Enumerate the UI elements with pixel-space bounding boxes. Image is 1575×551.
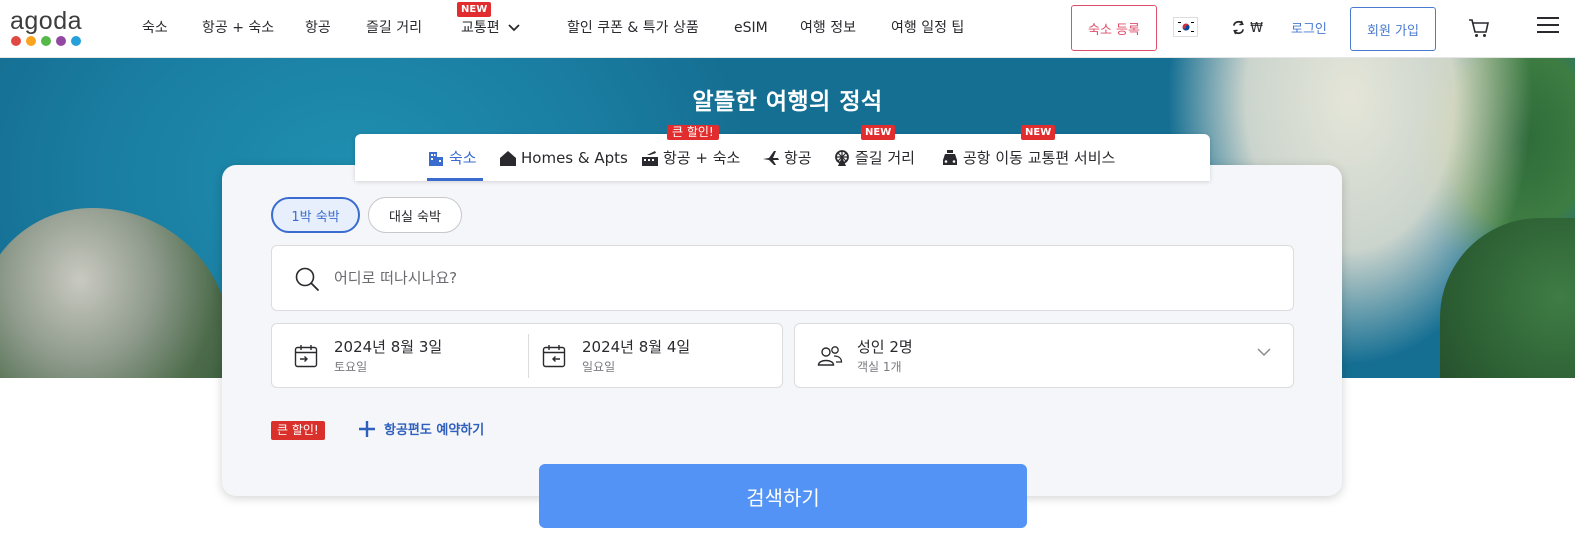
checkin-field[interactable]: 2024년 8월 3일 토요일 bbox=[272, 324, 528, 387]
checkout-field[interactable]: 2024년 8월 4일 일요일 bbox=[520, 324, 782, 387]
currency-selector[interactable]: ₩ bbox=[1231, 20, 1263, 36]
tab-flight-hotel-label: 항공 + 숙소 bbox=[663, 149, 741, 167]
korea-flag-icon[interactable] bbox=[1173, 17, 1198, 37]
people-icon bbox=[817, 346, 843, 366]
tab-flight-hotel[interactable]: 항공 + 숙소 bbox=[641, 134, 740, 181]
calendar-checkout-icon bbox=[542, 345, 566, 368]
tab-activities-label: 즐길 거리 bbox=[855, 149, 915, 167]
top-header: agoda 숙소 항공 + 숙소 항공 즐길 거리 NEW 교통편 할인 쿠폰 … bbox=[0, 0, 1575, 58]
hero-island-left bbox=[0, 208, 230, 378]
adults-count: 성인 2명 bbox=[857, 338, 913, 356]
checkin-date: 2024년 8월 3일 bbox=[334, 338, 443, 356]
nav-esim[interactable]: eSIM bbox=[734, 19, 768, 37]
currency-label: ₩ bbox=[1250, 21, 1263, 36]
date-picker[interactable]: 2024년 8월 3일 토요일 2024년 8월 4일 일요일 bbox=[271, 323, 783, 388]
tab-stays-label: 숙소 bbox=[449, 149, 477, 167]
chevron-down-icon bbox=[508, 24, 520, 32]
tab-airport-transfer[interactable]: 공항 이동 교통편 서비스 bbox=[941, 134, 1115, 181]
ferris-wheel-icon bbox=[835, 149, 849, 166]
destination-input[interactable] bbox=[334, 246, 1234, 310]
flight-hotel-icon bbox=[642, 150, 658, 166]
big-discount-badge: 큰 할인! bbox=[271, 421, 325, 440]
nav-transport[interactable]: 교통편 bbox=[461, 19, 520, 37]
nav-transport-label: 교통편 bbox=[461, 20, 500, 36]
checkin-day: 토요일 bbox=[334, 360, 368, 374]
agoda-logo[interactable]: agoda bbox=[10, 8, 82, 50]
logo-dots bbox=[11, 36, 82, 46]
nav-deals[interactable]: 할인 쿠폰 & 특가 상품 bbox=[567, 19, 699, 37]
logo-dot bbox=[56, 36, 66, 46]
nav-flights[interactable]: 항공 bbox=[305, 19, 331, 37]
plane-icon bbox=[763, 150, 779, 165]
new-badge: NEW bbox=[457, 2, 492, 17]
checkout-date: 2024년 8월 4일 bbox=[582, 338, 691, 356]
flag-svg bbox=[1175, 20, 1196, 34]
destination-field[interactable] bbox=[271, 245, 1294, 311]
register-property-button[interactable]: 숙소 등록 bbox=[1071, 5, 1157, 51]
tab-flights-label: 항공 bbox=[784, 149, 812, 167]
product-tabs: 숙소 Homes & Apts 큰 할인! 항공 + 숙소 항공 NEW 즐길 … bbox=[355, 125, 1210, 181]
tab-activities[interactable]: 즐길 거리 bbox=[833, 134, 915, 181]
logo-dot bbox=[71, 36, 81, 46]
chevron-down-icon bbox=[1257, 348, 1271, 357]
nav-itinerary-tips[interactable]: 여행 일정 팁 bbox=[891, 19, 964, 37]
nav-flight-hotel[interactable]: 항공 + 숙소 bbox=[202, 19, 274, 37]
stay-type-dayuse[interactable]: 대실 숙박 bbox=[368, 197, 462, 233]
hamburger-menu-icon[interactable] bbox=[1537, 15, 1559, 39]
logo-dot bbox=[11, 36, 21, 46]
hero-title: 알뜰한 여행의 정석 bbox=[692, 89, 883, 115]
nav-stays[interactable]: 숙소 bbox=[142, 19, 168, 37]
car-icon bbox=[943, 149, 957, 165]
search-icon bbox=[295, 267, 319, 291]
search-button[interactable]: 검색하기 bbox=[539, 464, 1027, 528]
signup-button[interactable]: 회원 가입 bbox=[1350, 7, 1436, 51]
nav-activities[interactable]: 즐길 거리 bbox=[366, 19, 422, 37]
tab-flights[interactable]: 항공 bbox=[762, 134, 812, 181]
checkout-day: 일요일 bbox=[582, 360, 616, 374]
logo-dot bbox=[41, 36, 51, 46]
plus-icon bbox=[359, 420, 375, 437]
cart-icon[interactable] bbox=[1468, 18, 1490, 42]
logo-text: agoda bbox=[10, 7, 83, 35]
house-icon bbox=[500, 150, 516, 166]
guests-rooms-field[interactable]: 성인 2명 객실 1개 bbox=[794, 323, 1294, 388]
tab-homes-apts[interactable]: Homes & Apts bbox=[499, 134, 628, 181]
tab-airport-transfer-label: 공항 이동 교통편 서비스 bbox=[963, 149, 1116, 167]
nav-travel-info[interactable]: 여행 정보 bbox=[800, 19, 856, 37]
hero-island-right bbox=[1440, 218, 1575, 378]
login-link[interactable]: 로그인 bbox=[1291, 18, 1327, 37]
add-flight-label: 항공편도 예약하기 bbox=[384, 423, 485, 438]
building-icon bbox=[429, 151, 443, 166]
tab-stays[interactable]: 숙소 bbox=[427, 134, 483, 181]
stay-type-overnight[interactable]: 1박 숙박 bbox=[271, 197, 360, 233]
logo-dot bbox=[26, 36, 36, 46]
rooms-count: 객실 1개 bbox=[857, 360, 902, 374]
tab-homes-apts-label: Homes & Apts bbox=[521, 148, 628, 167]
calendar-checkin-icon bbox=[294, 345, 318, 368]
currency-exchange-icon bbox=[1232, 20, 1245, 35]
add-flight-button[interactable]: 항공편도 예약하기 bbox=[358, 419, 484, 438]
search-panel: 1박 숙박 대실 숙박 2024년 8월 3일 토요일 2024년 8월 4일 … bbox=[222, 165, 1342, 496]
